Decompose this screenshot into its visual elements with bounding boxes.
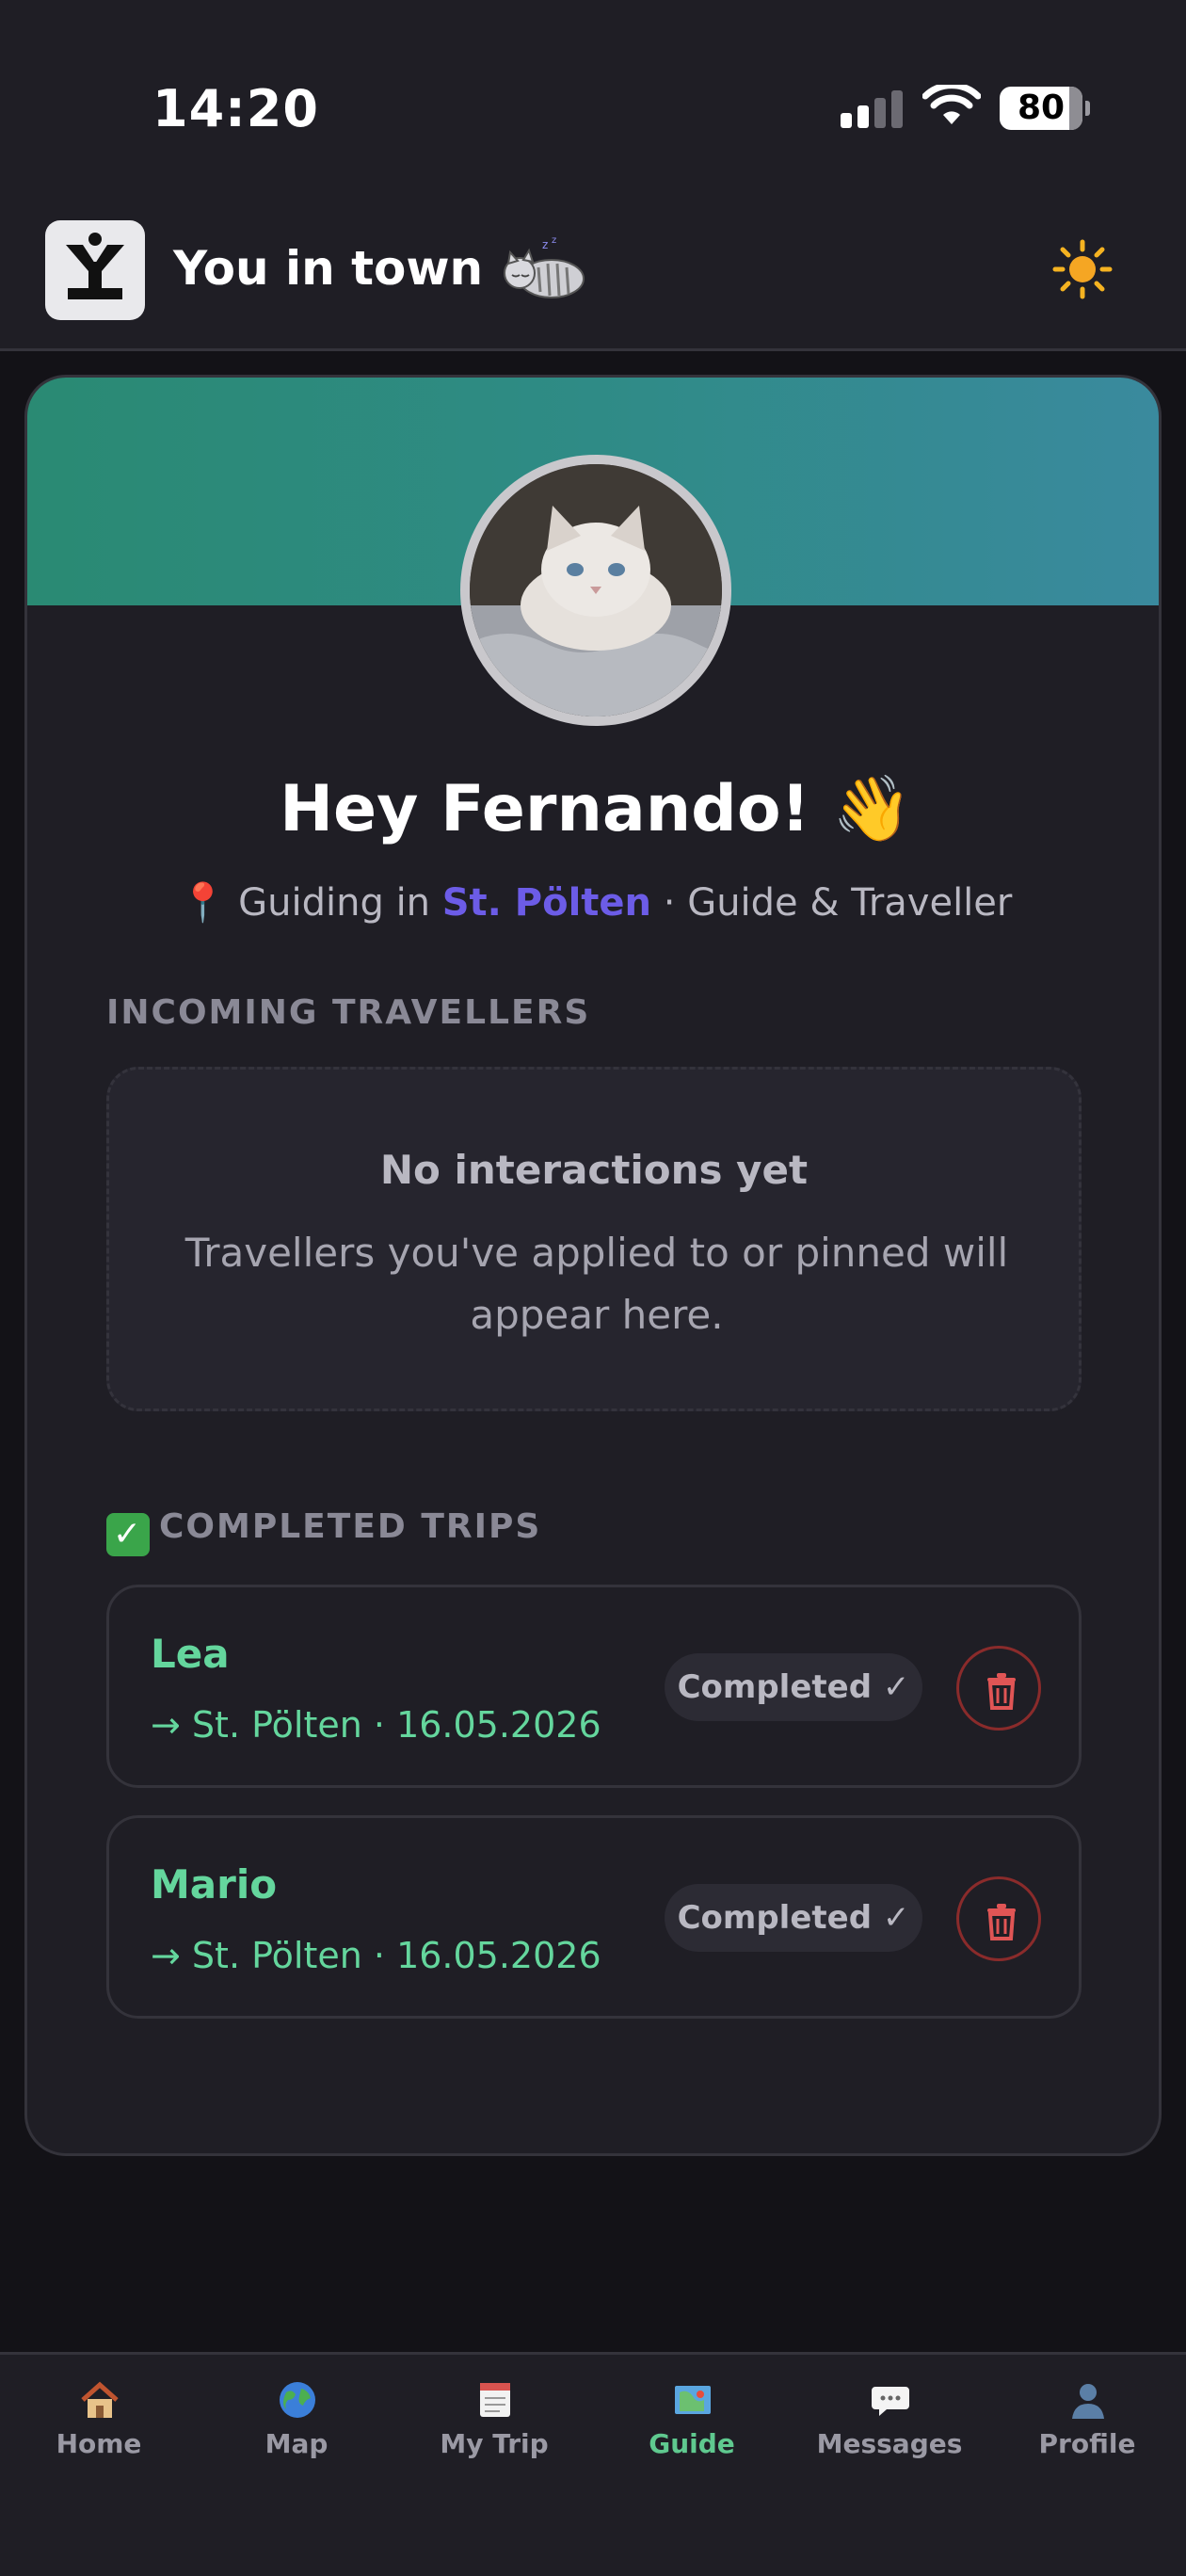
empty-state-title: No interactions yet xyxy=(379,1147,809,1193)
battery-level: 80 xyxy=(1017,89,1066,127)
location-prefix: 📍 Guiding in xyxy=(179,881,442,925)
delete-trip-button[interactable] xyxy=(956,1876,1041,1961)
trash-icon xyxy=(987,1904,1016,1940)
greeting-heading: Hey Fernando! 👋 xyxy=(280,772,912,846)
location-line: 📍 Guiding in St. Pölten · Guide & Travel… xyxy=(27,880,1159,925)
status-time: 14:20 xyxy=(152,79,319,138)
app-logo-icon[interactable] xyxy=(45,220,145,320)
incoming-travellers-label: INCOMING TRAVELLERS xyxy=(106,993,591,1032)
notepad-icon xyxy=(480,2383,510,2417)
nav-label: Guide xyxy=(649,2428,735,2459)
check-mark-icon: ✓ xyxy=(106,1513,150,1556)
trip-card[interactable]: Lea → St. Pölten · 16.05.2026 Completed … xyxy=(106,1585,1082,1788)
nav-item-my-trip[interactable]: My Trip xyxy=(395,2355,593,2543)
status-bar: 14:20 80 xyxy=(0,0,1186,207)
bottom-nav: Home Map My Trip Guide Messages Profile xyxy=(0,2352,1186,2576)
svg-text:z: z xyxy=(542,238,548,251)
nav-label: Home xyxy=(56,2428,142,2459)
nav-label: Messages xyxy=(816,2428,963,2459)
signal-icon xyxy=(841,90,905,128)
map-icon xyxy=(675,2386,711,2414)
nav-item-map[interactable]: Map xyxy=(198,2355,395,2543)
nav-label: Profile xyxy=(1038,2428,1136,2459)
sun-icon[interactable] xyxy=(1052,239,1113,299)
wifi-icon xyxy=(922,85,981,124)
profile-card: Hey Fernando! 👋 📍 Guiding in St. Pölten … xyxy=(24,375,1162,2156)
avatar[interactable] xyxy=(460,455,731,726)
nav-item-profile[interactable]: Profile xyxy=(988,2355,1186,2543)
empty-state-text: Travellers you've applied to or pinned w… xyxy=(184,1230,1009,1338)
nav-item-messages[interactable]: Messages xyxy=(791,2355,988,2543)
city-link[interactable]: St. Pölten xyxy=(442,881,651,925)
incoming-empty-state: No interactions yet Travellers you've ap… xyxy=(106,1067,1082,1411)
house-icon xyxy=(81,2381,119,2418)
completed-trips-label: COMPLETED TRIPS xyxy=(159,1507,542,1546)
trip-detail: → St. Pölten · 16.05.2026 xyxy=(151,1704,601,1746)
trip-card[interactable]: Mario → St. Pölten · 16.05.2026 Complete… xyxy=(106,1815,1082,2019)
nav-label: My Trip xyxy=(440,2428,549,2459)
app-header: You in town z z xyxy=(0,207,1186,351)
battery-icon: 80 xyxy=(1000,87,1090,130)
completed-trips-label-row: ✓ COMPLETED TRIPS xyxy=(106,1507,541,1556)
globe-icon xyxy=(280,2382,315,2418)
nav-label: Map xyxy=(264,2428,329,2459)
trip-detail: → St. Pölten · 16.05.2026 xyxy=(151,1935,601,1976)
trip-traveller-name: Lea xyxy=(151,1631,230,1677)
role-text: · Guide & Traveller xyxy=(651,881,1013,925)
sleeping-cat-icon: z z xyxy=(504,235,585,298)
nav-item-guide[interactable]: Guide xyxy=(593,2355,791,2543)
completed-status-badge: Completed ✓ xyxy=(665,1653,922,1721)
nav-item-home[interactable]: Home xyxy=(0,2355,198,2543)
trash-icon xyxy=(987,1673,1016,1710)
person-icon xyxy=(1072,2384,1104,2419)
delete-trip-button[interactable] xyxy=(956,1646,1041,1731)
trip-traveller-name: Mario xyxy=(151,1861,278,1908)
svg-text:z: z xyxy=(552,235,556,246)
speech-bubble-icon xyxy=(872,2387,909,2416)
app-title: You in town xyxy=(173,241,484,296)
completed-status-badge: Completed ✓ xyxy=(665,1884,922,1952)
